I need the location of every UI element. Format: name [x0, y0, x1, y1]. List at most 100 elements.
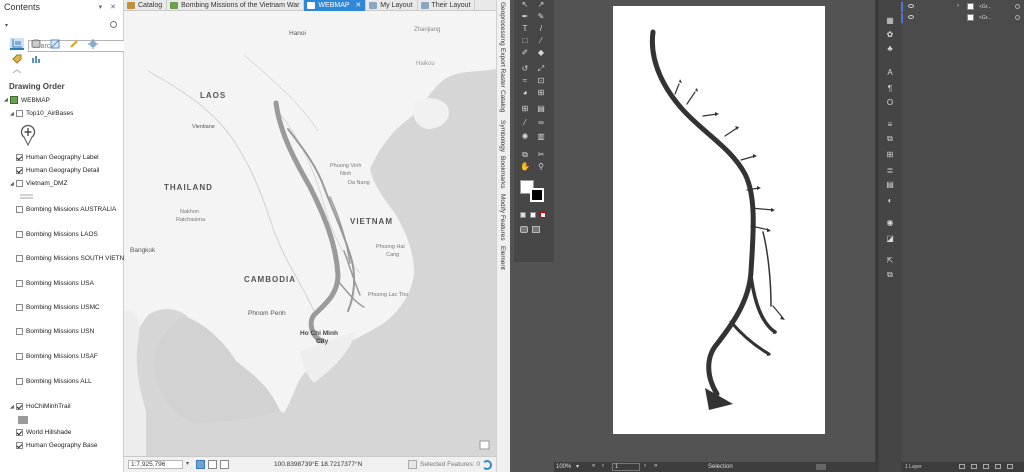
eraser-tool-icon[interactable]: ◆ [536, 48, 546, 57]
chevron-right-icon[interactable]: › [957, 3, 959, 9]
layer-visibility-checkbox[interactable] [16, 180, 23, 187]
navigate-icon[interactable] [196, 460, 205, 469]
chevron-down-icon[interactable]: ▾ [186, 460, 189, 467]
rotate-tool-icon[interactable]: ↺ [520, 64, 530, 73]
artboard-tool-icon[interactable]: ⧉ [520, 150, 530, 159]
brushes-icon[interactable]: ✿ [885, 30, 895, 39]
stroke-icon[interactable]: ≣ [885, 166, 895, 175]
layer-row[interactable]: Top10_AirBases [16, 110, 73, 117]
zoom-level[interactable]: 100% [556, 464, 571, 470]
eyedropper-tool-icon[interactable]: ⁄ [520, 118, 530, 127]
free-transform-tool-icon[interactable]: ⊡ [536, 76, 546, 85]
tab-modify-features[interactable]: Modify Features [499, 194, 506, 241]
paintbrush-tool-icon[interactable]: ⁄ [536, 36, 546, 45]
search-options-icon[interactable]: ▾ [5, 22, 8, 29]
layer-visibility-checkbox[interactable] [16, 255, 23, 262]
tab-bookmarks[interactable]: Bookmarks [499, 156, 506, 189]
column-graph-tool-icon[interactable]: ▥ [536, 132, 546, 141]
target-icon[interactable] [1015, 4, 1020, 9]
map-scale-dropdown[interactable]: 1:7,925,796 [128, 460, 183, 469]
layer-row[interactable]: Bombing Missions USMC [16, 304, 100, 311]
layer-row[interactable]: World Hillshade [16, 429, 71, 436]
rectangle-tool-icon[interactable]: □ [520, 36, 530, 45]
layer-row[interactable]: HoChiMinhTrail [16, 403, 71, 410]
layer-webmap[interactable]: WEBMAP [10, 96, 50, 104]
previous-artboard-icon[interactable]: « [592, 463, 595, 469]
last-artboard-icon[interactable]: » [654, 463, 657, 469]
layer-visibility-checkbox[interactable] [16, 304, 23, 311]
layer-visibility-checkbox[interactable] [16, 110, 23, 117]
layer-visibility-checkbox[interactable] [16, 403, 23, 410]
selection-icon[interactable] [408, 460, 417, 469]
layer-row[interactable]: Bombing Missions USAF [16, 353, 98, 360]
layer-visibility-checkbox[interactable] [16, 280, 23, 287]
symbols-icon[interactable]: ♣ [885, 44, 895, 53]
expand-webmap-icon[interactable]: ◢ [4, 97, 8, 103]
list-by-editing-icon[interactable] [67, 38, 81, 50]
tab-export-raster[interactable]: Export Raster [499, 48, 506, 88]
search-box[interactable] [14, 20, 134, 52]
line-tool-icon[interactable]: / [536, 24, 546, 33]
shaper-tool-icon[interactable]: ✐ [520, 48, 530, 57]
locate-object-icon[interactable] [959, 464, 965, 469]
slice-tool-icon[interactable]: ✂ [536, 150, 546, 159]
properties-icon[interactable]: ▦ [885, 16, 895, 25]
list-by-drawing-order-icon[interactable] [10, 38, 24, 50]
layer-row[interactable]: Human Geography Label [16, 154, 99, 161]
list-by-selection-icon[interactable] [48, 38, 62, 50]
none-mode-icon[interactable] [540, 212, 546, 218]
artboard[interactable] [613, 6, 825, 434]
eye-icon[interactable] [908, 4, 914, 8]
layer-visibility-checkbox[interactable] [16, 328, 23, 335]
list-by-snapping-icon[interactable] [86, 38, 100, 50]
layer-visibility-checkbox[interactable] [16, 353, 23, 360]
blend-tool-icon[interactable]: ∞ [536, 118, 546, 127]
layer-visibility-checkbox[interactable] [16, 206, 23, 213]
tab-webmap[interactable]: WEBMAP ✕ [304, 0, 367, 11]
layer-visibility-checkbox[interactable] [16, 429, 23, 436]
appearance-icon[interactable]: ◉ [885, 218, 895, 227]
new-layer-icon[interactable] [995, 464, 1001, 469]
grid-icon[interactable] [208, 460, 217, 469]
trash-icon[interactable] [1007, 464, 1013, 469]
tab-symbology[interactable]: Symbology [499, 120, 506, 152]
hand-tool-icon[interactable]: ✋ [520, 162, 530, 171]
snapping-icon[interactable] [220, 460, 229, 469]
selection-tool-icon[interactable]: ↖ [520, 0, 530, 9]
map-overlay-button[interactable] [479, 440, 490, 450]
character-icon[interactable]: A [885, 68, 895, 77]
new-sublayer-icon[interactable] [983, 464, 989, 469]
layer-row[interactable]: Bombing Missions USN [16, 328, 94, 335]
map-view[interactable]: Hanoi Zhanjiang Haikou LAOS Vientiane TH… [124, 11, 496, 456]
artboard-number[interactable]: 1 [612, 463, 640, 471]
layer-visibility-checkbox[interactable] [16, 442, 23, 449]
tab-their-layout[interactable]: Their Layout [418, 0, 476, 11]
pathfinder-icon[interactable]: ⧉ [885, 134, 895, 143]
layer-visibility-checkbox[interactable] [16, 231, 23, 238]
layer-row[interactable]: Bombing Missions USA [16, 280, 94, 287]
layer-row[interactable]: Vietnam_DMZ [16, 180, 67, 187]
graphic-styles-icon[interactable]: ◪ [885, 234, 895, 243]
mesh-tool-icon[interactable]: ⊞ [520, 104, 530, 113]
layer-row[interactable]: <Gr... [901, 13, 1024, 23]
artboards-icon[interactable]: ⧉ [885, 270, 895, 279]
stroke-swatch[interactable] [530, 188, 544, 202]
list-by-data-source-icon[interactable] [29, 38, 43, 50]
expand-layer-icon[interactable]: ◢ [10, 404, 14, 410]
export-icon[interactable]: ⇱ [885, 256, 895, 265]
perspective-grid-tool-icon[interactable]: ⊞ [536, 88, 546, 97]
opentype-icon[interactable]: O [885, 98, 895, 107]
transparency-icon[interactable]: ◐ [885, 196, 895, 205]
scale-tool-icon[interactable]: ⤢ [536, 64, 546, 73]
layer-row[interactable]: Bombing Missions ALL [16, 378, 92, 385]
gradient-icon[interactable]: ▤ [885, 180, 895, 189]
transform-icon[interactable]: ⊞ [885, 150, 895, 159]
gradient-tool-icon[interactable]: ▤ [536, 104, 546, 113]
tab-catalog-side[interactable]: Catalog [499, 90, 506, 112]
next-icon[interactable]: › [644, 463, 646, 469]
tab-element[interactable]: Element [499, 246, 506, 270]
layer-visibility-checkbox[interactable] [16, 167, 23, 174]
pen-tool-icon[interactable]: ✒ [520, 12, 530, 21]
layer-row[interactable]: Bombing Missions AUSTRALIA [16, 206, 116, 213]
layer-row[interactable]: Human Geography Detail [16, 167, 99, 174]
